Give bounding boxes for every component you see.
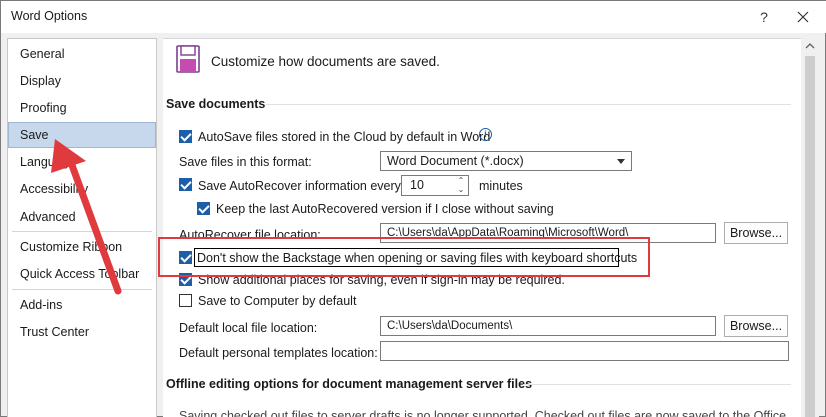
word-options-dialog: Word Options ? General Display Proofing …: [0, 0, 826, 417]
red-arrow-annotation: [51, 139, 122, 295]
